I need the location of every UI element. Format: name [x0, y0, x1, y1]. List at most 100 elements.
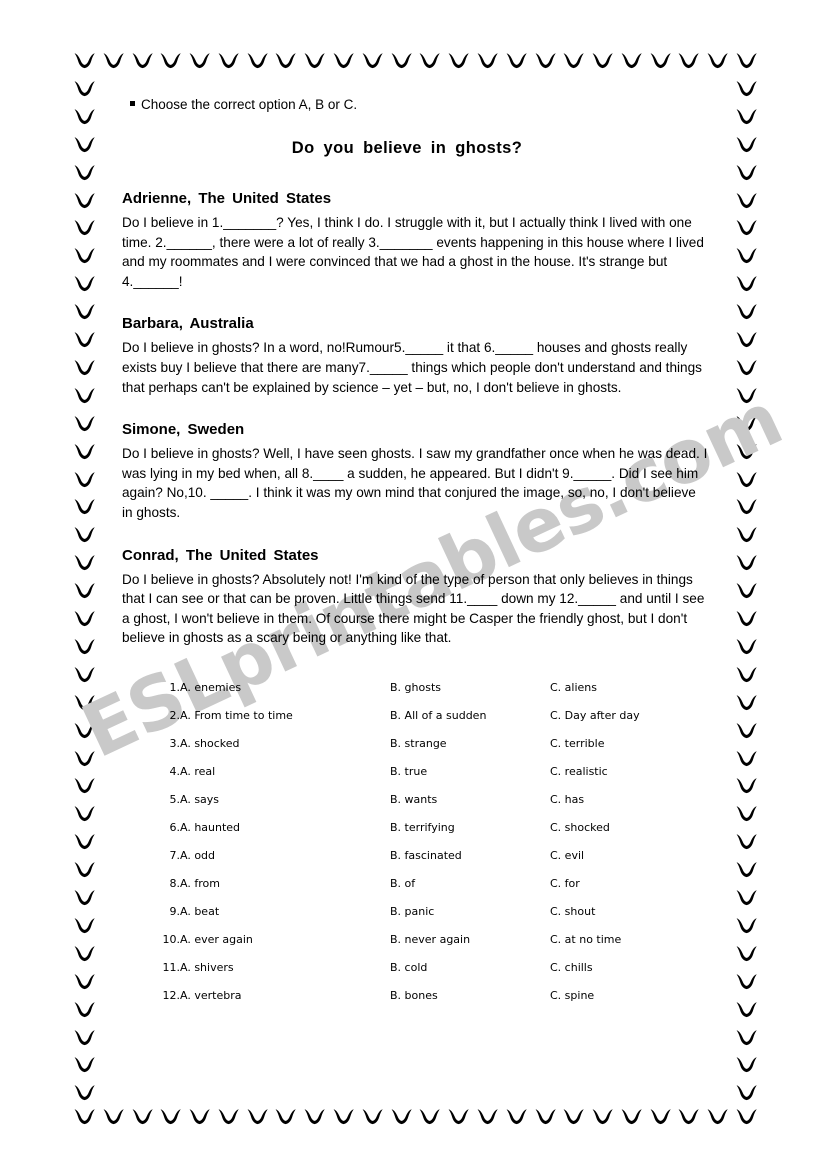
option-a[interactable]: A. vertebra	[180, 982, 390, 1010]
option-c[interactable]: C. realistic	[550, 758, 690, 786]
option-number: 7.	[169, 849, 181, 863]
bat-icon	[74, 889, 96, 907]
option-a[interactable]: A. real	[180, 758, 390, 786]
option-a[interactable]: A. shivers	[180, 954, 390, 982]
bat-icon	[736, 1056, 758, 1074]
option-b[interactable]: B. panic	[390, 898, 550, 926]
option-b[interactable]: B. true	[390, 758, 550, 786]
bat-icon	[736, 108, 758, 126]
bat-icon	[736, 973, 758, 991]
bat-icon	[74, 52, 96, 70]
bullet-icon	[130, 101, 135, 106]
bat-icon	[506, 52, 528, 70]
bat-icon	[736, 192, 758, 210]
bat-icon	[736, 498, 758, 516]
bat-icon	[74, 443, 96, 461]
bat-icon	[74, 108, 96, 126]
bat-icon	[736, 359, 758, 377]
bat-icon	[477, 52, 499, 70]
bat-icon	[74, 526, 96, 544]
option-c[interactable]: C. Day after day	[550, 702, 690, 730]
option-c[interactable]: C. shocked	[550, 814, 690, 842]
bat-icon	[74, 973, 96, 991]
answer-options-row: 6. A. haunted B. terrifying C. shocked	[150, 814, 690, 842]
option-a[interactable]: A. from	[180, 870, 390, 898]
option-a[interactable]: A. haunted	[180, 814, 390, 842]
bat-icon	[535, 1108, 557, 1126]
bat-icon	[736, 917, 758, 935]
option-number: 5.	[169, 793, 181, 807]
bat-icon	[736, 582, 758, 600]
bat-icon	[736, 805, 758, 823]
option-a[interactable]: A. says	[180, 786, 390, 814]
option-b[interactable]: B. wants	[390, 786, 550, 814]
option-a[interactable]: A. ever again	[180, 926, 390, 954]
option-c[interactable]: C. spine	[550, 982, 690, 1010]
bat-icon	[736, 526, 758, 544]
passage-text: Do I believe in 1._______? Yes, I think …	[122, 215, 704, 289]
passage-heading: Conrad, The United States	[122, 546, 319, 564]
option-c[interactable]: C. for	[550, 870, 690, 898]
option-b[interactable]: B. bones	[390, 982, 550, 1010]
passage-block-conrad: Conrad, The United States Do I believe i…	[122, 547, 710, 648]
option-c[interactable]: C. evil	[550, 842, 690, 870]
passage-heading: Barbara, Australia	[122, 315, 254, 333]
bat-icon	[707, 1108, 729, 1126]
bat-icon	[74, 861, 96, 879]
passage-block-simone: Simone, Sweden Do I believe in ghosts? W…	[122, 421, 710, 522]
option-b[interactable]: B. ghosts	[390, 674, 550, 702]
passage-text: Do I believe in ghosts? In a word, no!Ru…	[122, 340, 702, 395]
option-c[interactable]: C. at no time	[550, 926, 690, 954]
bat-icon	[535, 52, 557, 70]
option-b[interactable]: B. cold	[390, 954, 550, 982]
bat-icon	[132, 1108, 154, 1126]
option-b[interactable]: B. terrifying	[390, 814, 550, 842]
bat-icon	[419, 1108, 441, 1126]
option-a[interactable]: A. odd	[180, 842, 390, 870]
option-b[interactable]: B. of	[390, 870, 550, 898]
bat-icon	[74, 1001, 96, 1019]
bat-icon	[736, 666, 758, 684]
worksheet-page: ESLprintables.com Choose the correct opt…	[0, 0, 826, 1169]
bat-icon	[736, 52, 758, 70]
bat-icon	[736, 1001, 758, 1019]
bat-icon	[74, 582, 96, 600]
passage-text: Do I believe in ghosts? Absolutely not! …	[122, 571, 705, 646]
option-c[interactable]: C. aliens	[550, 674, 690, 702]
bat-icon	[736, 861, 758, 879]
option-number: 6.	[169, 821, 181, 835]
bat-icon	[736, 247, 758, 265]
bat-icon	[448, 52, 470, 70]
bat-icon	[678, 1108, 700, 1126]
bat-icon	[160, 52, 182, 70]
option-c[interactable]: C. terrible	[550, 730, 690, 758]
answer-options-row: 4. A. real B. true C. realistic	[150, 758, 690, 786]
bat-icon	[103, 52, 125, 70]
bat-icon	[736, 1108, 758, 1126]
option-a[interactable]: A. enemies	[180, 674, 390, 702]
bat-icon	[736, 945, 758, 963]
option-b[interactable]: B. All of a sudden	[390, 702, 550, 730]
bat-icon	[74, 610, 96, 628]
option-c[interactable]: C. chills	[550, 954, 690, 982]
option-c[interactable]: C. has	[550, 786, 690, 814]
bat-icon	[736, 610, 758, 628]
option-number: 3.	[169, 737, 181, 751]
bat-icon	[74, 275, 96, 293]
option-a[interactable]: A. shocked	[180, 730, 390, 758]
bat-icon	[218, 52, 240, 70]
option-c[interactable]: C. shout	[550, 898, 690, 926]
option-a[interactable]: A. beat	[180, 898, 390, 926]
option-b[interactable]: B. fascinated	[390, 842, 550, 870]
bat-icon	[391, 1108, 413, 1126]
page-title: Do you believe in ghosts?	[291, 139, 523, 157]
option-b[interactable]: B. never again	[390, 926, 550, 954]
bat-icon	[74, 777, 96, 795]
bat-icon	[736, 889, 758, 907]
bat-icon	[592, 1108, 614, 1126]
option-a[interactable]: A. From time to time	[180, 702, 390, 730]
passage-block-adrienne: Adrienne, The United States Do I believe…	[122, 190, 710, 291]
option-b[interactable]: B. strange	[390, 730, 550, 758]
bat-icon	[736, 1084, 758, 1102]
option-number: 9.	[169, 905, 181, 919]
